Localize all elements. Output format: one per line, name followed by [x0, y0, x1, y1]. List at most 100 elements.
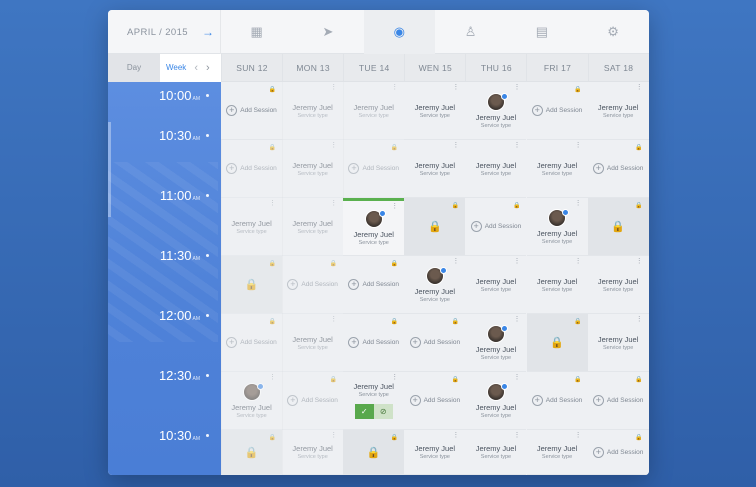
more-options-icon[interactable]: ⋮ [575, 258, 582, 265]
cancel-button[interactable]: ⊘ [373, 404, 393, 419]
more-options-icon[interactable]: ⋮ [330, 316, 337, 323]
time-slot[interactable]: Jeremy Juel Service type ⋮ [282, 140, 344, 198]
time-slot[interactable]: + Add Session 🔒 [282, 256, 344, 314]
time-slot[interactable]: + Add Session 🔒 [343, 256, 405, 314]
time-slot[interactable]: 🔒 🔒 [343, 430, 405, 475]
arrow-right-icon[interactable]: → [202, 25, 214, 39]
more-options-icon[interactable]: ⋮ [636, 258, 643, 265]
time-slot[interactable]: Jeremy Juel Service type ✓ ⊘ ⋮ [343, 372, 405, 430]
time-slot[interactable]: Jeremy Juel Service type ⋮ [526, 140, 588, 198]
time-slot[interactable]: 🔒 🔒 [221, 256, 283, 314]
add-session-button[interactable]: + Add Session [226, 337, 277, 348]
more-options-icon[interactable]: ⋮ [269, 374, 276, 381]
more-options-icon[interactable]: ⋮ [391, 374, 398, 381]
add-session-button[interactable]: + Add Session [592, 163, 643, 174]
time-slot[interactable]: + Add Session 🔒 [404, 372, 466, 430]
time-slot[interactable]: Jeremy Juel Service type ⋮ [282, 82, 344, 140]
time-slot[interactable]: + Add Session 🔒 [343, 314, 405, 372]
time-slot[interactable]: + Add Session 🔒 [221, 82, 283, 140]
time-slot[interactable]: Jeremy Juel Service type ⋮ [282, 430, 344, 475]
time-slot[interactable]: + Add Session 🔒 [282, 372, 344, 430]
time-slot[interactable]: Jeremy Juel Service type ⋮ [526, 198, 588, 256]
time-slot[interactable]: + Add Session 🔒 [465, 198, 527, 256]
more-options-icon[interactable]: ⋮ [513, 374, 520, 381]
time-slot[interactable]: Jeremy Juel Service type ⋮ [404, 430, 466, 475]
time-slot[interactable]: + Add Session 🔒 [343, 140, 405, 198]
calendar-icon[interactable]: ▦ [221, 10, 292, 54]
add-session-button[interactable]: + Add Session [409, 395, 460, 406]
add-session-button[interactable]: + Add Session [226, 105, 277, 116]
time-slot[interactable]: Jeremy Juel Service type ⋮ [282, 314, 344, 372]
more-options-icon[interactable]: ⋮ [452, 258, 459, 265]
time-slot[interactable]: + Add Session 🔒 [587, 372, 649, 430]
time-slot[interactable]: Jeremy Juel Service type ⋮ [587, 314, 649, 372]
time-slot[interactable]: + Add Session 🔒 [221, 140, 283, 198]
more-options-icon[interactable]: ⋮ [513, 432, 520, 439]
chevron-left-icon[interactable]: ‹ [194, 62, 198, 74]
time-slot[interactable]: 🔒 🔒 [526, 314, 588, 372]
time-slot[interactable]: 🔒 🔒 [404, 198, 466, 256]
more-options-icon[interactable]: ⋮ [636, 84, 643, 91]
time-slot[interactable]: Jeremy Juel Service type ⋮ [221, 372, 283, 430]
more-options-icon[interactable]: ⋮ [330, 432, 337, 439]
time-slot[interactable]: Jeremy Juel Service type ⋮ [465, 256, 527, 314]
add-session-button[interactable]: + Add Session [287, 395, 338, 406]
time-slot[interactable]: + Add Session 🔒 [404, 314, 466, 372]
time-slot[interactable]: Jeremy Juel Service type ⋮ [343, 198, 405, 256]
add-session-button[interactable]: + Add Session [409, 337, 460, 348]
add-session-button[interactable]: + Add Session [592, 446, 643, 458]
add-session-button[interactable]: + Add Session [287, 279, 338, 290]
add-session-button[interactable]: + Add Session [348, 337, 399, 348]
more-options-icon[interactable]: ⋮ [452, 432, 459, 439]
more-options-icon[interactable]: ⋮ [636, 316, 643, 323]
add-session-button[interactable]: + Add Session [470, 221, 521, 232]
time-slot[interactable]: Jeremy Juel Service type ⋮ [404, 82, 466, 140]
more-options-icon[interactable]: ⋮ [513, 316, 520, 323]
month-selector[interactable]: APRIL / 2015 → [108, 10, 221, 54]
more-options-icon[interactable]: ⋮ [391, 84, 398, 91]
time-slot[interactable]: Jeremy Juel Service type ⋮ [465, 430, 527, 475]
time-slot[interactable]: Jeremy Juel Service type ⋮ [587, 82, 649, 140]
confirm-button[interactable]: ✓ [354, 404, 374, 419]
time-slot[interactable]: Jeremy Juel Service type ⋮ [282, 198, 344, 256]
fingerprint-icon[interactable]: ◉ [363, 10, 435, 54]
time-slot[interactable]: 🔒 🔒 [587, 198, 649, 256]
add-session-button[interactable]: + Add Session [226, 163, 277, 174]
time-slot[interactable]: Jeremy Juel Service type ⋮ [404, 256, 466, 314]
time-slot[interactable]: Jeremy Juel Service type ⋮ [343, 82, 405, 140]
time-slot[interactable]: Jeremy Juel Service type ⋮ [465, 372, 527, 430]
document-icon[interactable]: ▤ [506, 10, 577, 54]
time-slot[interactable]: Jeremy Juel Service type ⋮ [465, 140, 527, 198]
more-options-icon[interactable]: ⋮ [452, 84, 459, 91]
week-view-button[interactable]: Week ‹ › [160, 53, 221, 82]
add-session-button[interactable]: + Add Session [348, 279, 399, 290]
user-icon[interactable]: ♙ [435, 10, 506, 54]
add-session-button[interactable]: + Add Session [592, 395, 643, 406]
add-session-button[interactable]: + Add Session [531, 395, 582, 406]
more-options-icon[interactable]: ⋮ [391, 203, 398, 210]
time-slot[interactable]: + Add Session 🔒 [587, 140, 649, 198]
more-options-icon[interactable]: ⋮ [575, 432, 582, 439]
time-slot[interactable]: Jeremy Juel Service type ⋮ [221, 198, 283, 256]
time-slot[interactable]: + Add Session 🔒 [587, 430, 649, 475]
time-slot[interactable]: Jeremy Juel Service type ⋮ [587, 256, 649, 314]
more-options-icon[interactable]: ⋮ [513, 142, 520, 149]
time-slot[interactable]: Jeremy Juel Service type ⋮ [526, 430, 588, 475]
time-slot[interactable]: 🔒 🔒 [221, 430, 283, 475]
time-slot[interactable]: Jeremy Juel Service type ⋮ [465, 82, 527, 140]
more-options-icon[interactable]: ⋮ [330, 84, 337, 91]
time-slot[interactable]: Jeremy Juel Service type ⋮ [465, 314, 527, 372]
chevron-right-icon[interactable]: › [206, 62, 210, 74]
send-icon[interactable]: ➤ [292, 10, 363, 54]
more-options-icon[interactable]: ⋮ [452, 142, 459, 149]
more-options-icon[interactable]: ⋮ [330, 200, 337, 207]
more-options-icon[interactable]: ⋮ [513, 84, 520, 91]
more-options-icon[interactable]: ⋮ [330, 142, 337, 149]
more-options-icon[interactable]: ⋮ [575, 200, 582, 207]
time-slot[interactable]: + Add Session 🔒 [526, 372, 588, 430]
day-view-button[interactable]: Day [108, 53, 160, 82]
time-slot[interactable]: + Add Session 🔒 [221, 314, 283, 372]
time-slot[interactable]: Jeremy Juel Service type ⋮ [526, 256, 588, 314]
time-slot[interactable]: Jeremy Juel Service type ⋮ [404, 140, 466, 198]
add-session-button[interactable]: + Add Session [531, 105, 582, 116]
